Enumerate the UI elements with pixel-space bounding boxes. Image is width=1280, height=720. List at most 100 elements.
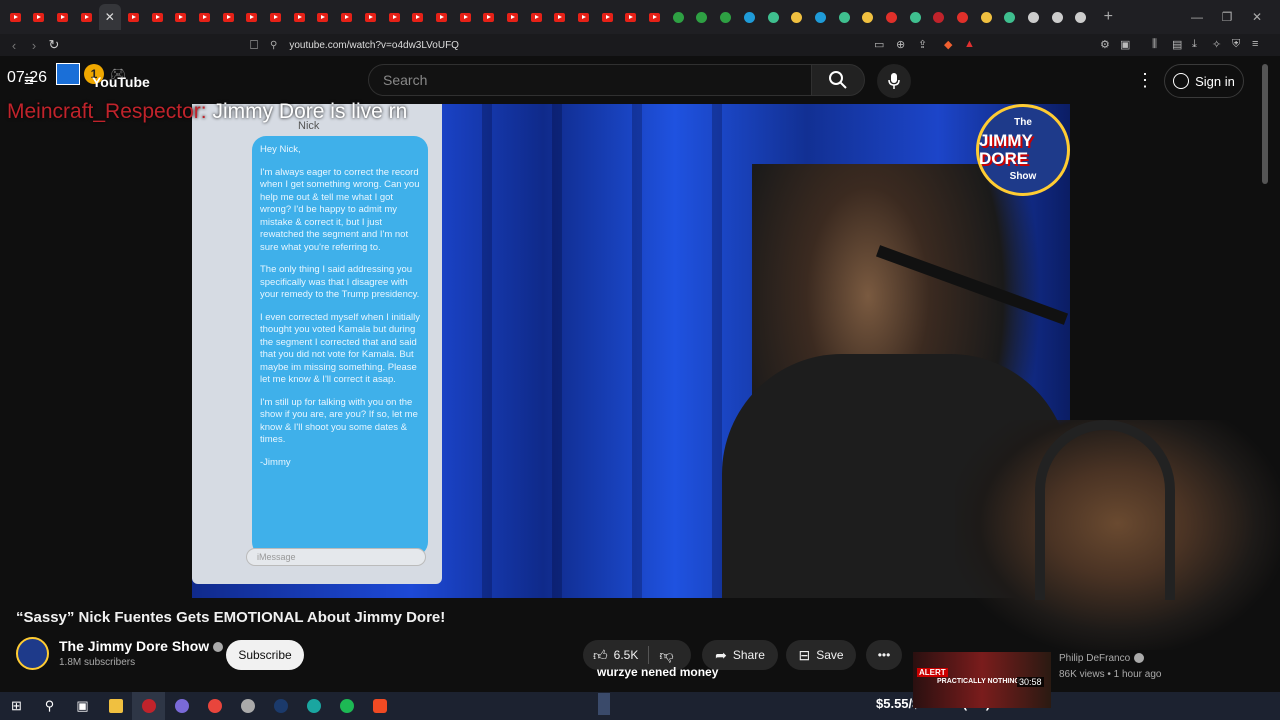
browser-tab[interactable] [762, 4, 784, 30]
browser-tab[interactable] [122, 4, 144, 30]
file-explorer-icon[interactable] [99, 692, 132, 720]
browser-tab[interactable] [644, 4, 666, 30]
forward-icon[interactable]: › [24, 38, 44, 53]
more-actions-button[interactable]: ••• [866, 640, 902, 670]
browser-tab[interactable] [28, 4, 50, 30]
browser-tab[interactable] [501, 4, 523, 30]
windows-start-icon[interactable]: ⊞ [0, 692, 33, 720]
logo-the: The [1014, 117, 1032, 128]
task-view-icon[interactable]: ▣ [66, 692, 99, 720]
browser-tab[interactable] [1046, 4, 1068, 30]
browser-tab[interactable] [809, 4, 831, 30]
brave-rewards-icon[interactable]: ▲ [964, 38, 975, 50]
recommended-video[interactable]: ALERT PRACTICALLY NOTHING L 30:58 [913, 620, 1053, 708]
browser-tab[interactable] [51, 4, 73, 30]
browser-tab[interactable] [525, 4, 547, 30]
discord-icon[interactable] [165, 692, 198, 720]
browser-tab[interactable] [4, 4, 26, 30]
browser-tab[interactable] [620, 4, 642, 30]
hamburger-icon[interactable]: ≡ [24, 71, 34, 91]
new-tab-icon[interactable]: + [1104, 8, 1113, 26]
close-window-icon[interactable]: ✕ [1242, 0, 1272, 34]
download-icon[interactable]: ⤓ [1192, 38, 1197, 51]
brave-icon[interactable] [363, 692, 396, 720]
app-icon[interactable] [231, 692, 264, 720]
browser-tab[interactable] [241, 4, 263, 30]
browser-tab[interactable] [573, 4, 595, 30]
browser-tab[interactable] [407, 4, 429, 30]
wallet-icon[interactable]: ▣ [1120, 38, 1130, 51]
browser-tab[interactable] [975, 4, 997, 30]
channel-name-row[interactable]: The Jimmy Dore Show [59, 638, 224, 654]
bookmark-icon[interactable]: ⎕ [244, 37, 264, 53]
leo-icon[interactable]: ✧ [1212, 38, 1221, 51]
channel-avatar[interactable] [16, 637, 49, 670]
browser-tab[interactable] [359, 4, 381, 30]
browser-tab[interactable] [1070, 4, 1092, 30]
browser-tab[interactable] [549, 4, 571, 30]
browser-tab[interactable] [833, 4, 855, 30]
browser-tab[interactable] [194, 4, 216, 30]
minimize-icon[interactable]: — [1182, 0, 1212, 34]
reload-icon[interactable]: ↻ [44, 37, 64, 53]
browser-tab[interactable] [170, 4, 192, 30]
back-icon[interactable]: ‹ [4, 38, 24, 53]
browser-tab[interactable] [146, 4, 168, 30]
voice-search-button[interactable] [877, 64, 911, 98]
site-info-icon[interactable]: ⚲ [270, 40, 277, 51]
channel-name[interactable]: The Jimmy Dore Show [59, 638, 209, 654]
browser-tab[interactable] [715, 4, 737, 30]
browser-tab[interactable] [667, 4, 689, 30]
site-tab-icon [862, 11, 874, 23]
vpn-icon[interactable]: ⛨ [1232, 38, 1240, 51]
save-button[interactable]: ⊟ Save [786, 640, 856, 670]
browser-tab[interactable] [430, 4, 452, 30]
browser-tab[interactable] [478, 4, 500, 30]
browser-tab[interactable] [999, 4, 1021, 30]
browser-tab[interactable] [691, 4, 713, 30]
settings-kebab-icon[interactable]: ⋮ [1136, 70, 1154, 91]
browser-tab[interactable] [904, 4, 926, 30]
spotify-icon[interactable] [330, 692, 363, 720]
edge-icon[interactable] [297, 692, 330, 720]
obs-icon[interactable] [132, 692, 165, 720]
search-button[interactable] [811, 64, 865, 96]
video-player[interactable]: Nick Hey Nick, I'm always eager to corre… [192, 104, 1070, 598]
browser-tab[interactable] [596, 4, 618, 30]
share-page-icon[interactable]: ⇪ [918, 38, 927, 51]
browser-tab[interactable] [288, 4, 310, 30]
subscribe-button[interactable]: Subscribe [226, 640, 304, 670]
library-icon[interactable]: ⫼ [1152, 38, 1157, 51]
browser-tab[interactable] [265, 4, 287, 30]
extensions-icon[interactable]: ⚙ [1100, 38, 1110, 51]
maximize-icon[interactable]: ❐ [1212, 0, 1242, 34]
browser-tab[interactable] [786, 4, 808, 30]
phone-screenshot: Nick Hey Nick, I'm always eager to corre… [192, 104, 442, 584]
chrome-icon[interactable] [198, 692, 231, 720]
browser-tab[interactable] [75, 4, 97, 30]
browser-tab[interactable] [383, 4, 405, 30]
browser-tab[interactable] [336, 4, 358, 30]
browser-tab[interactable] [1023, 4, 1045, 30]
browser-tab[interactable] [312, 4, 334, 30]
close-tab-icon[interactable]: ✕ [105, 10, 115, 24]
youtube-logo[interactable]: YouTube [92, 74, 150, 90]
brave-shield-icon[interactable]: ◆ [944, 38, 952, 51]
page-scrollbar[interactable] [1262, 64, 1268, 184]
sidebar-icon[interactable]: ▤ [1172, 38, 1182, 51]
sign-in-button[interactable]: Sign in [1164, 64, 1244, 98]
browser-tab[interactable] [217, 4, 239, 30]
browser-tab[interactable] [952, 4, 974, 30]
install-icon[interactable]: ▭ [874, 38, 884, 51]
browser-tab[interactable] [857, 4, 879, 30]
zoom-icon[interactable]: ⊕ [896, 38, 905, 51]
browser-tab[interactable] [880, 4, 902, 30]
menu-icon[interactable]: ≡ [1252, 38, 1258, 50]
search-input[interactable]: Search [368, 64, 812, 96]
browser-tab[interactable] [738, 4, 760, 30]
browser-tab[interactable] [454, 4, 476, 30]
search-taskbar-icon[interactable]: ⚲ [33, 692, 66, 720]
browser-tab[interactable]: ✕ [98, 4, 121, 30]
steam-icon[interactable] [264, 692, 297, 720]
browser-tab[interactable] [928, 4, 950, 30]
